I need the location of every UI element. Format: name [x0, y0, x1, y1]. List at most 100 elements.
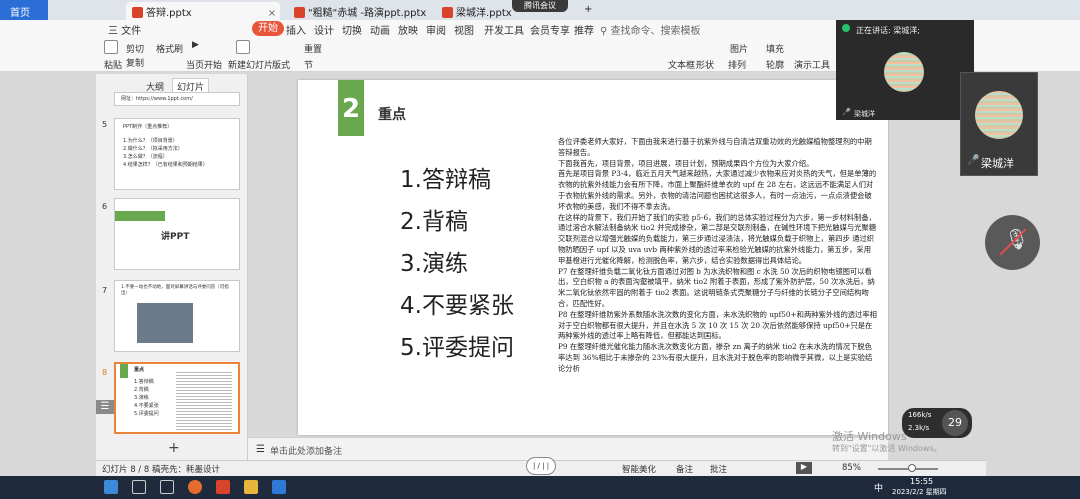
menu-lines-icon[interactable]: ☰: [96, 400, 114, 414]
outline-button[interactable]: 轮廓: [766, 58, 784, 71]
mic-active-icon: 🎤: [967, 155, 980, 166]
input-language[interactable]: 中: [874, 481, 883, 494]
notes-toggle-button[interactable]: 备注: [676, 463, 693, 475]
wps-icon[interactable]: [216, 480, 230, 494]
layout-button[interactable]: 版式: [272, 58, 290, 71]
close-icon[interactable]: ×: [268, 8, 276, 19]
slide-thumbnail-8[interactable]: 重点 1.答辩稿 2.背稿 3.演练 4.不要紧张 5.评委提问: [114, 362, 240, 434]
slide-number: 8: [102, 368, 108, 377]
copy-button[interactable]: 复制: [126, 56, 144, 69]
meeting-indicator[interactable]: 腾讯会议: [512, 0, 568, 12]
slide-title: 重点: [378, 107, 406, 123]
speaker-video[interactable]: 🎤 梁城洋: [960, 72, 1038, 176]
play-icon[interactable]: ▶: [192, 40, 199, 50]
notes-area[interactable]: ☰ 单击此处添加备注: [248, 437, 888, 460]
picture-button[interactable]: 图片: [730, 42, 748, 55]
format-painter-button[interactable]: 格式刷: [156, 42, 183, 55]
arrange-button[interactable]: 排列: [728, 58, 746, 71]
fill-button[interactable]: 填充: [766, 42, 784, 55]
slide-bullet: 1.答辩稿: [400, 167, 491, 193]
ppt-icon: [442, 7, 453, 18]
tab-home[interactable]: 首页: [0, 0, 48, 20]
meeting-video-panel: 正在讲话: 梁城洋; 🎤 梁城洋: [836, 20, 974, 120]
slide-number: 7: [102, 286, 108, 295]
slide-thumbnail-4[interactable]: 网址：https://www.1ppt.com/: [114, 92, 240, 106]
slide-canvas[interactable]: 2 重点 1.答辩稿 2.背稿 3.演练 4.不要紧张 5.评委提问 各位评委老…: [298, 80, 888, 435]
menu-start[interactable]: 开始: [252, 21, 284, 36]
speech-paragraph: P9 在整理纤维光催化能力随水洗次数变化方面，掺杂 zn 离子的纳米 tio2 …: [558, 342, 873, 373]
task-view-icon[interactable]: [160, 480, 174, 494]
menu-view[interactable]: 视图: [454, 22, 474, 37]
add-slide-button[interactable]: +: [168, 440, 180, 456]
windows-start-icon[interactable]: [104, 480, 118, 494]
reset-button[interactable]: 重置: [304, 42, 322, 55]
thumb-line: 1.为什么？（项目背景）: [123, 138, 178, 144]
slide-thumbnail-7[interactable]: 1.不要一动也不动地，面对屏幕讲话与评委问答（可指出）: [114, 280, 240, 352]
cut-button[interactable]: 剪切: [126, 42, 144, 55]
firefox-icon[interactable]: [188, 480, 202, 494]
slide-thumbnail-5[interactable]: PPT制作（重点推荐） 1.为什么？（项目背景） 2.做什么？（拟采用方法） 3…: [114, 118, 240, 190]
menu-review[interactable]: 审阅: [426, 22, 446, 37]
thumb-title: PPT制作（重点推荐）: [123, 124, 173, 130]
windows-activation-watermark: 激活 Windows: [832, 430, 907, 443]
paste-icon: [104, 40, 118, 54]
beautify-button[interactable]: 智能美化: [622, 463, 656, 475]
textbox-button[interactable]: 文本框: [668, 58, 695, 71]
folder-icon[interactable]: [244, 480, 258, 494]
mic-muted-button[interactable]: 🎙: [985, 215, 1040, 270]
speaker-avatar: [975, 91, 1023, 139]
new-slide-button[interactable]: 新建幻灯片: [228, 58, 273, 71]
slide-badge-number: 2: [341, 94, 361, 124]
notes-placeholder: 单击此处添加备注: [270, 447, 343, 457]
speech-textbox[interactable]: 各位评委老师大家好，下面由我来进行基于抗紫外线与自清洁双重功效的光触媒植物整理剂…: [558, 137, 878, 435]
ppt-icon: [294, 7, 305, 18]
search-icon: ⚲: [600, 26, 611, 37]
menu-transition[interactable]: 切换: [342, 22, 362, 37]
menu-recommend[interactable]: 推荐: [574, 22, 594, 37]
mic-icon: 🎤: [842, 108, 851, 116]
clock-date: 2023/2/2 星期四: [892, 488, 947, 496]
tencent-meeting-icon[interactable]: [272, 480, 286, 494]
speech-paragraph: 下面我首先，项目背景，项目进展，项目计划，预期成果四个方位为大家介绍。: [558, 158, 814, 168]
page-nav-button[interactable]: | / | |: [526, 457, 556, 475]
comment-button[interactable]: 批注: [710, 463, 727, 475]
tab-luyan[interactable]: "粗糙"赤城 -路演ppt.pptx: [288, 2, 428, 20]
windows-activation-hint: 转到"设置"以激活 Windows。: [832, 444, 942, 453]
thumb-speech-text: [176, 372, 232, 430]
command-search[interactable]: ⚲ 查找命令、搜索模板: [600, 22, 701, 37]
section-button[interactable]: 节: [304, 58, 313, 71]
search-icon[interactable]: [132, 480, 146, 494]
slide-bullet: 4.不要紧张: [400, 293, 514, 319]
new-tab-button[interactable]: +: [578, 2, 598, 20]
slide-thumbnail-pane: 大纲 幻灯片 网址：https://www.1ppt.com/ 5 PPT制作（…: [96, 74, 248, 460]
play-slideshow-button[interactable]: ▶: [796, 462, 812, 474]
command-search-label: 查找命令、搜索模板: [610, 26, 701, 37]
thumb-photo: [137, 303, 193, 343]
menu-animation[interactable]: 动画: [370, 22, 390, 37]
menu-file[interactable]: 三 文件: [108, 22, 141, 37]
speaking-label: 正在讲话: 梁城洋;: [856, 26, 920, 35]
menu-member[interactable]: 会员专享: [530, 22, 570, 37]
zoom-slider-thumb[interactable]: [908, 464, 916, 472]
mic-active-icon: [842, 24, 850, 32]
slide-thumbnail-6[interactable]: 讲PPT: [114, 198, 240, 270]
tab-dabian[interactable]: 答辩.pptx ×: [126, 2, 280, 20]
theme-name: 稿壳先：耗墨设计: [152, 465, 221, 475]
notes-icon: ☰: [256, 444, 265, 455]
new-slide-icon[interactable]: [236, 40, 252, 54]
speech-paragraph: P7 在整理纤维负载二氧化钛方面通过对图 b 为水洗织物和图 c 水洗 50 次…: [558, 266, 875, 308]
present-tools-button[interactable]: 演示工具: [794, 58, 830, 71]
slide-counter: 幻灯片 8 / 8: [102, 465, 150, 475]
play-from-current-button[interactable]: 当页开始: [186, 58, 222, 71]
speech-paragraph: 在这样的背景下，我们开始了我们的实验 p5-6，我们的总体实验过程分为六步，第一…: [558, 212, 877, 265]
tab-label: 梁城洋.pptx: [456, 8, 512, 19]
menu-insert[interactable]: 插入: [286, 22, 306, 37]
paste-button[interactable]: [104, 40, 120, 54]
menu-show[interactable]: 放映: [398, 22, 418, 37]
tab-label: 答辩.pptx: [146, 8, 192, 19]
thumb-title: 讲PPT: [161, 232, 190, 242]
menu-dev[interactable]: 开发工具: [484, 22, 524, 37]
shape-button[interactable]: 形状: [696, 58, 714, 71]
menu-design[interactable]: 设计: [314, 22, 334, 37]
clock-time: 15:55: [910, 477, 934, 486]
